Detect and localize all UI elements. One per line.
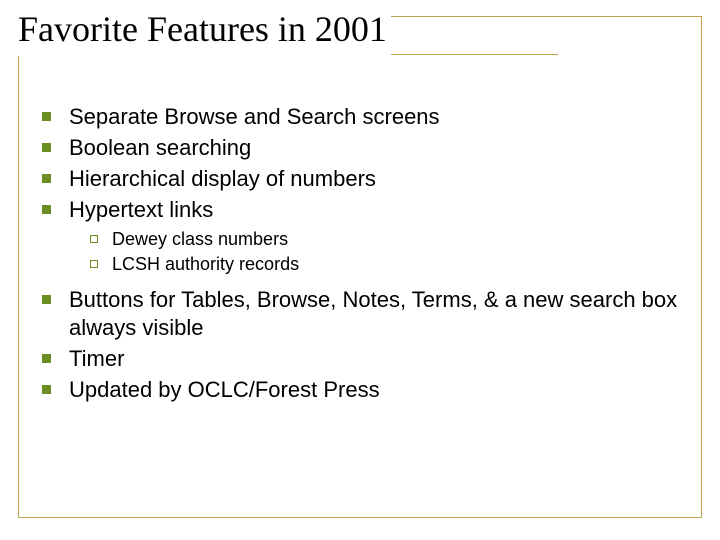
square-bullet-icon (42, 143, 51, 152)
square-bullet-icon (42, 385, 51, 394)
bullet-text: Timer (69, 345, 700, 373)
list-item: Boolean searching (42, 134, 700, 162)
sub-list: Dewey class numbers LCSH authority recor… (90, 228, 700, 276)
square-bullet-icon (42, 205, 51, 214)
slide: Favorite Features in 2001 Separate Brows… (0, 0, 720, 540)
square-bullet-icon (42, 174, 51, 183)
list-item: Separate Browse and Search screens (42, 103, 700, 131)
list-item: Dewey class numbers (90, 228, 700, 251)
hollow-square-bullet-icon (90, 260, 98, 268)
bullet-text: LCSH authority records (112, 253, 700, 276)
list-item: Hypertext links (42, 196, 700, 224)
bullet-text: Hierarchical display of numbers (69, 165, 700, 193)
list-item: Buttons for Tables, Browse, Notes, Terms… (42, 286, 700, 342)
list-item: Timer (42, 345, 700, 373)
square-bullet-icon (42, 295, 51, 304)
bullet-text: Dewey class numbers (112, 228, 700, 251)
bullet-text: Separate Browse and Search screens (69, 103, 700, 131)
spacer (42, 278, 700, 286)
hollow-square-bullet-icon (90, 235, 98, 243)
bullet-text: Hypertext links (69, 196, 700, 224)
list-item: Updated by OCLC/Forest Press (42, 376, 700, 404)
slide-title: Favorite Features in 2001 (18, 8, 391, 56)
bullet-text: Buttons for Tables, Browse, Notes, Terms… (69, 286, 700, 342)
square-bullet-icon (42, 112, 51, 121)
slide-content: Separate Browse and Search screens Boole… (42, 103, 700, 404)
square-bullet-icon (42, 354, 51, 363)
bullet-text: Boolean searching (69, 134, 700, 162)
list-item: LCSH authority records (90, 253, 700, 276)
bullet-text: Updated by OCLC/Forest Press (69, 376, 700, 404)
list-item: Hierarchical display of numbers (42, 165, 700, 193)
